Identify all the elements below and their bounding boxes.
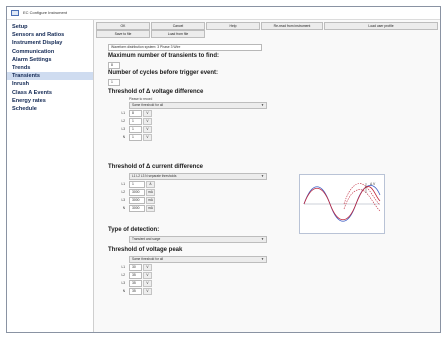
detection-type-heading: Type of detection: [108,227,160,233]
current-diff-mode-value: L1 L2 L3 N separate thresholds [132,174,177,178]
row-label: L1 [121,182,125,186]
voltage-peak-mode-value: Same threshold for all [132,257,164,261]
sidebar-item-setup[interactable]: Setup [7,23,93,31]
voltage-diff-l1-input[interactable]: 8 [129,110,142,117]
unit-select[interactable]: A [146,181,155,188]
current-diff-heading: Threshold of Δ current difference [108,164,203,170]
row-label: L1 [121,265,125,269]
row-label: L2 [121,119,125,123]
sidebar-item-inrush[interactable]: Inrush [7,80,93,88]
app-window: EC Configure Instrument Setup Sensors an… [6,6,441,333]
voltage-diff-mode-select[interactable]: Same threshold for all ▼ [129,102,267,109]
sidebar-item-sensors-ratios[interactable]: Sensors and Ratios [7,31,93,39]
unit-select[interactable]: V [143,134,152,141]
unit-select[interactable]: V [143,264,152,271]
chevron-down-icon: ▼ [261,257,264,261]
current-diff-l1-input[interactable]: 1 [129,181,145,188]
chevron-down-icon: ▼ [261,103,264,107]
max-transients-input[interactable]: 8 [108,62,120,69]
unit-select[interactable]: mA [146,189,155,196]
sidebar-item-communication[interactable]: Communication [7,48,93,56]
chevron-down-icon: ▼ [261,237,264,241]
row-label: N [122,289,125,293]
unit-select[interactable]: V [143,288,152,295]
unit-select[interactable]: mA [146,197,155,204]
voltage-peak-n-input[interactable]: 35 [129,288,142,295]
max-transients-label: Maximum number of transients to find: [108,53,220,59]
unit-select[interactable]: mA [146,205,155,212]
row-label: N [122,206,125,210]
reread-button[interactable]: Re-read from instrument [261,22,323,30]
voltage-peak-l1-input[interactable]: 30 [129,264,142,271]
sidebar-item-alarm-settings[interactable]: Alarm Settings [7,56,93,64]
row-label: L3 [121,198,125,202]
ok-button[interactable]: OK [96,22,150,30]
unit-select[interactable]: V [143,110,152,117]
cycles-before-label: Number of cycles before trigger event: [108,70,219,76]
row-label: L2 [121,190,125,194]
help-button[interactable]: Help [206,22,260,30]
detection-type-value: Transient and surge [132,237,161,241]
voltage-peak-l3-input[interactable]: 35 [129,280,142,287]
voltage-diff-note: Please to record [129,97,153,101]
transient-waveform-diagram: Δ V [299,174,385,234]
current-diff-l3-input[interactable]: 3000 [129,197,145,204]
voltage-peak-mode-select[interactable]: Same threshold for all ▼ [129,256,267,263]
current-diff-n-input[interactable]: 3000 [129,205,145,212]
row-label: L3 [121,281,125,285]
sidebar-item-instrument-display[interactable]: Instrument Display [7,39,93,47]
wiring-info: Waveform distribution system: 3 Phase 3 … [108,44,262,51]
load-from-file-button[interactable]: Load from file [151,30,205,38]
row-label: L2 [121,273,125,277]
row-label: L3 [121,127,125,131]
voltage-peak-l2-input[interactable]: 35 [129,272,142,279]
unit-select[interactable]: V [143,280,152,287]
cycles-before-input[interactable]: 1 [108,79,120,86]
unit-select[interactable]: V [143,126,152,133]
save-to-file-button[interactable]: Save to file [96,30,150,38]
voltage-diff-mode-value: Same threshold for all [132,103,164,107]
cancel-button[interactable]: Cancel [151,22,205,30]
detection-type-select[interactable]: Transient and surge ▼ [129,236,267,243]
window-title: EC Configure Instrument [23,10,68,15]
voltage-diff-n-input[interactable]: 1 [129,134,142,141]
sidebar: Setup Sensors and Ratios Instrument Disp… [7,20,94,332]
voltage-diff-l2-input[interactable]: 1 [129,118,142,125]
unit-select[interactable]: V [143,118,152,125]
diagram-label: Δ V [370,182,376,186]
title-bar: EC Configure Instrument [7,7,440,20]
sidebar-item-schedule[interactable]: Schedule [7,105,93,113]
voltage-diff-heading: Threshold of Δ voltage difference [108,89,204,95]
sidebar-item-trends[interactable]: Trends [7,64,93,72]
load-user-profile-button[interactable]: Load user profile [324,22,438,30]
chevron-down-icon: ▼ [261,174,264,178]
unit-select[interactable]: V [143,272,152,279]
sidebar-item-class-a-events[interactable]: Class A Events [7,89,93,97]
row-label: L1 [121,111,125,115]
current-diff-mode-select[interactable]: L1 L2 L3 N separate thresholds ▼ [129,173,267,180]
current-diff-l2-input[interactable]: 3000 [129,189,145,196]
voltage-peak-heading: Threshold of voltage peak [108,247,183,253]
main-panel: OK Cancel Help Re-read from instrument L… [94,20,440,332]
sidebar-item-energy-rates[interactable]: Energy rates [7,97,93,105]
sidebar-item-transients[interactable]: Transients [7,72,93,81]
voltage-diff-l3-input[interactable]: 1 [129,126,142,133]
app-icon [11,10,19,16]
row-label: N [122,135,125,139]
